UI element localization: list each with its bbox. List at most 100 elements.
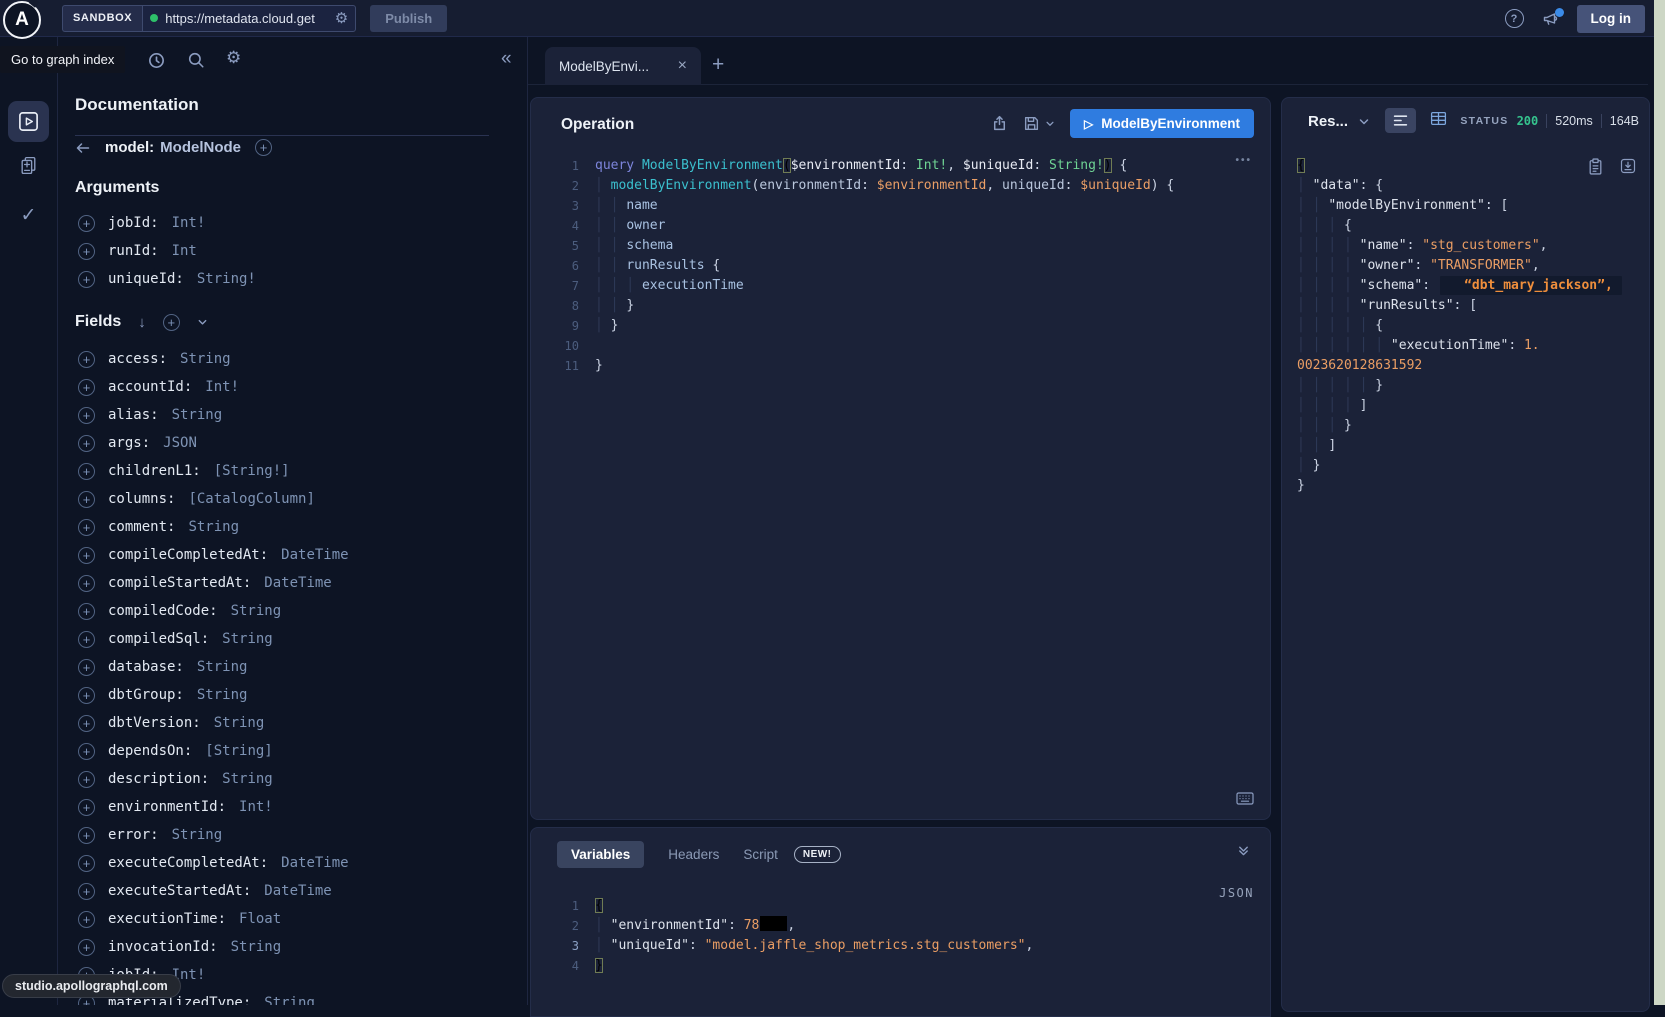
field-type[interactable]: String bbox=[231, 603, 282, 619]
history-icon[interactable] bbox=[147, 51, 166, 70]
variables-editor[interactable]: 1{2│ "environmentId": 78,3│ "uniqueId": … bbox=[543, 896, 1210, 976]
field-type[interactable]: DateTime bbox=[281, 855, 348, 871]
field-type[interactable]: String bbox=[231, 939, 282, 955]
add-field-icon[interactable]: + bbox=[78, 351, 95, 368]
schema-field-row[interactable]: +uniqueId:String! bbox=[58, 265, 527, 293]
endpoint-url-box[interactable]: https://metadata.cloud.get ⚙ bbox=[142, 5, 356, 32]
collapse-variables-icon[interactable] bbox=[1237, 844, 1250, 857]
search-icon[interactable] bbox=[187, 51, 205, 69]
add-field-icon[interactable]: + bbox=[78, 883, 95, 900]
field-type[interactable]: [String!] bbox=[214, 463, 290, 479]
field-type[interactable]: String bbox=[264, 995, 315, 1005]
browser-scrollbar[interactable] bbox=[1654, 0, 1665, 1005]
add-field-icon[interactable]: + bbox=[78, 743, 95, 760]
endpoint-url[interactable]: https://metadata.cloud.get bbox=[165, 11, 328, 26]
field-type[interactable]: Float bbox=[239, 911, 281, 927]
add-field-icon[interactable]: + bbox=[78, 491, 95, 508]
field-type[interactable]: String bbox=[222, 631, 273, 647]
sidebar-item-explorer[interactable] bbox=[8, 101, 49, 142]
help-icon[interactable]: ? bbox=[1505, 9, 1524, 28]
announcements-icon[interactable] bbox=[1541, 11, 1560, 27]
sidebar-item-checks[interactable]: ✓ bbox=[21, 204, 37, 227]
field-type[interactable]: DateTime bbox=[264, 883, 331, 899]
add-field-icon[interactable]: + bbox=[78, 855, 95, 872]
schema-field-row[interactable]: +environmentId:Int! bbox=[58, 793, 527, 821]
schema-field-row[interactable]: +executeStartedAt:DateTime bbox=[58, 877, 527, 905]
add-field-icon[interactable]: + bbox=[78, 715, 95, 732]
schema-field-row[interactable]: +alias:String bbox=[58, 401, 527, 429]
schema-field-row[interactable]: +accountId:Int! bbox=[58, 373, 527, 401]
add-field-icon[interactable]: + bbox=[78, 603, 95, 620]
field-type[interactable]: DateTime bbox=[281, 547, 348, 563]
add-field-icon[interactable]: + bbox=[78, 407, 95, 424]
schema-field-row[interactable]: +args:JSON bbox=[58, 429, 527, 457]
field-type[interactable]: String bbox=[172, 827, 223, 843]
field-type[interactable]: JSON bbox=[163, 435, 197, 451]
save-menu-chevron-icon[interactable] bbox=[1045, 119, 1055, 129]
back-arrow-icon[interactable] bbox=[74, 141, 91, 155]
field-type[interactable]: String! bbox=[197, 271, 256, 287]
add-field-icon[interactable]: + bbox=[78, 631, 95, 648]
explorer-settings-gear-icon[interactable]: ⚙ bbox=[226, 48, 241, 68]
field-type[interactable]: DateTime bbox=[264, 575, 331, 591]
run-operation-button[interactable]: ▷ ModelByEnvironment bbox=[1070, 109, 1254, 138]
add-field-icon[interactable]: + bbox=[78, 659, 95, 676]
schema-field-row[interactable]: +executeCompletedAt:DateTime bbox=[58, 849, 527, 877]
sort-fields-icon[interactable]: ↓ bbox=[138, 314, 146, 331]
add-field-icon[interactable]: + bbox=[78, 243, 95, 260]
collapse-panel-icon[interactable]: « bbox=[501, 48, 512, 70]
add-field-icon[interactable]: + bbox=[78, 939, 95, 956]
editor-menu-icon[interactable]: ••• bbox=[1235, 155, 1252, 166]
tab-modelbyenvironment[interactable]: ModelByEnvi... × bbox=[545, 47, 701, 85]
schema-field-row[interactable]: +childrenL1:[String!] bbox=[58, 457, 527, 485]
connection-settings-gear-icon[interactable]: ⚙ bbox=[335, 11, 348, 26]
field-type[interactable]: String bbox=[214, 715, 265, 731]
response-format-table-toggle[interactable] bbox=[1430, 111, 1447, 126]
schema-field-row[interactable]: +executionTime:Float bbox=[58, 905, 527, 933]
response-format-json-toggle[interactable] bbox=[1385, 108, 1416, 133]
schema-field-row[interactable]: +compiledSql:String bbox=[58, 625, 527, 653]
schema-field-row[interactable]: +compileCompletedAt:DateTime bbox=[58, 541, 527, 569]
add-all-fields-icon[interactable]: + bbox=[163, 314, 180, 331]
field-type[interactable]: String bbox=[180, 351, 231, 367]
schema-field-row[interactable]: +description:String bbox=[58, 765, 527, 793]
field-type[interactable]: Int! bbox=[205, 379, 239, 395]
add-field-icon[interactable]: + bbox=[78, 519, 95, 536]
schema-field-row[interactable]: +jobId:Int! bbox=[58, 209, 527, 237]
schema-field-row[interactable]: +dbtVersion:String bbox=[58, 709, 527, 737]
add-field-icon[interactable]: + bbox=[78, 463, 95, 480]
field-type[interactable]: String bbox=[197, 687, 248, 703]
close-tab-icon[interactable]: × bbox=[678, 58, 687, 74]
schema-field-row[interactable]: +database:String bbox=[58, 653, 527, 681]
save-icon[interactable] bbox=[1023, 115, 1040, 132]
add-field-icon[interactable]: + bbox=[78, 771, 95, 788]
field-type[interactable]: String bbox=[197, 659, 248, 675]
schema-field-row[interactable]: +dependsOn:[String] bbox=[58, 737, 527, 765]
add-field-icon[interactable]: + bbox=[78, 547, 95, 564]
new-tab-icon[interactable]: + bbox=[712, 53, 724, 77]
add-field-icon[interactable]: + bbox=[78, 435, 95, 452]
response-title-control[interactable]: Res... bbox=[1308, 113, 1370, 130]
add-field-icon[interactable]: + bbox=[78, 799, 95, 816]
schema-field-row[interactable]: +columns:[CatalogColumn] bbox=[58, 485, 527, 513]
field-type[interactable]: Int bbox=[172, 243, 197, 259]
field-type[interactable]: String bbox=[172, 407, 223, 423]
share-operation-icon[interactable] bbox=[991, 115, 1008, 132]
copy-response-icon[interactable] bbox=[1588, 158, 1603, 175]
schema-field-row[interactable]: +compileStartedAt:DateTime bbox=[58, 569, 527, 597]
field-type[interactable]: Int! bbox=[172, 215, 206, 231]
apollo-logo[interactable]: A bbox=[3, 1, 41, 39]
add-field-icon[interactable]: + bbox=[78, 379, 95, 396]
field-type[interactable]: String bbox=[188, 519, 239, 535]
add-field-icon[interactable]: + bbox=[78, 911, 95, 928]
schema-field-row[interactable]: +compiledCode:String bbox=[58, 597, 527, 625]
schema-field-row[interactable]: +access:String bbox=[58, 345, 527, 373]
operation-editor[interactable]: 1query ModelByEnvironment($environmentId… bbox=[543, 156, 1230, 376]
schema-field-row[interactable]: +runId:Int bbox=[58, 237, 527, 265]
schema-field-row[interactable]: +error:String bbox=[58, 821, 527, 849]
sidebar-item-schema-diff[interactable] bbox=[18, 155, 39, 176]
field-type[interactable]: Int! bbox=[239, 799, 273, 815]
add-field-icon[interactable]: + bbox=[78, 575, 95, 592]
publish-button[interactable]: Publish bbox=[370, 5, 447, 32]
schema-field-row[interactable]: +invocationId:String bbox=[58, 933, 527, 961]
